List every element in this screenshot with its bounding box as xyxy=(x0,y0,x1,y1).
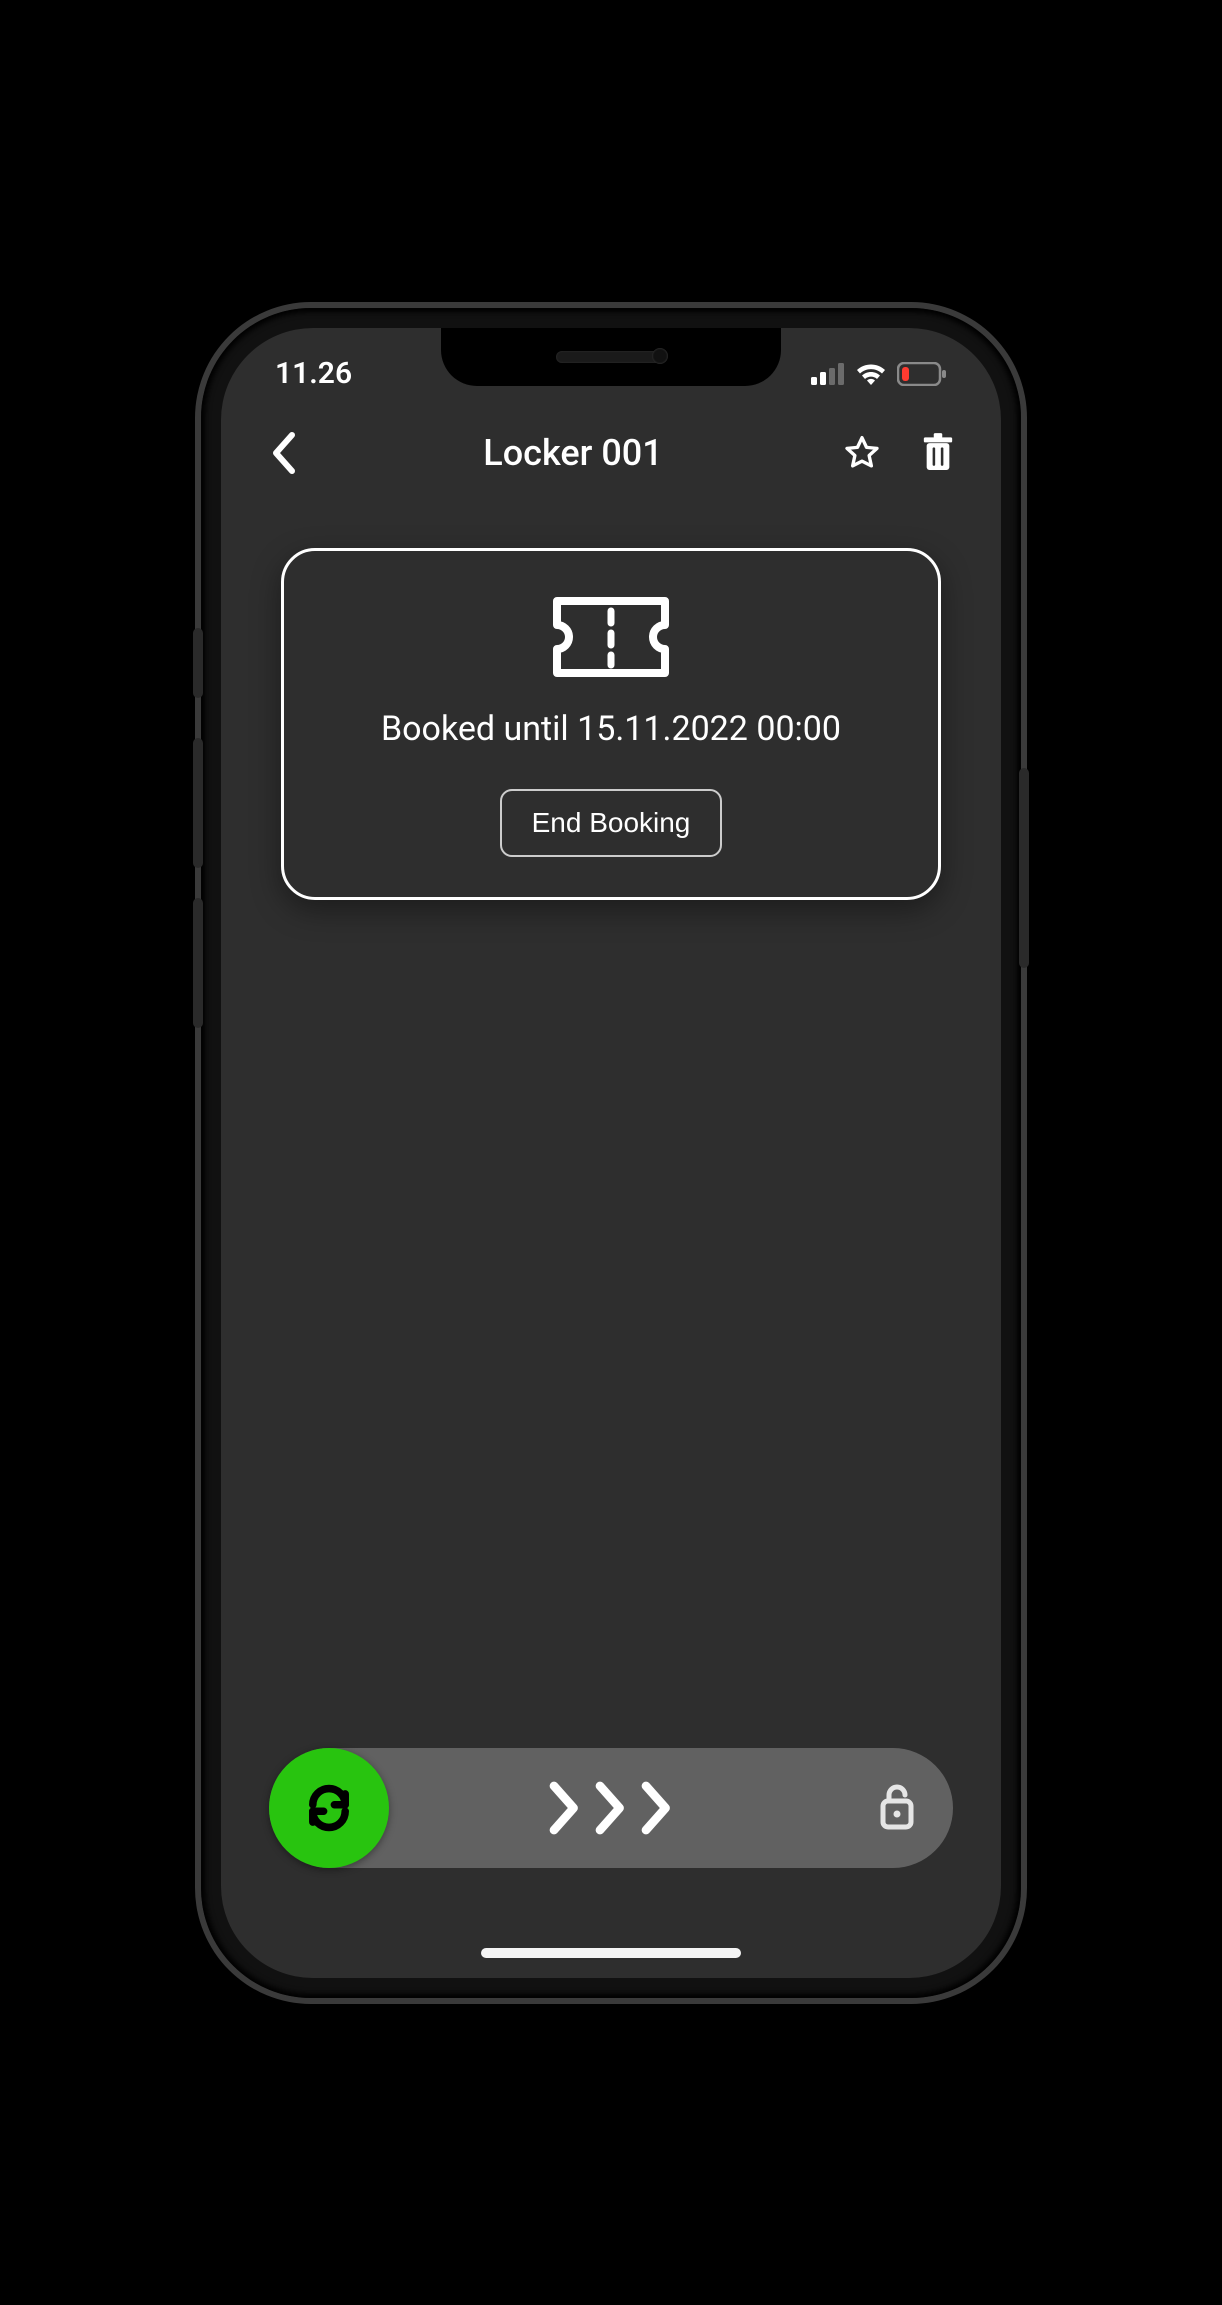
app-header: Locker 001 xyxy=(221,408,1001,498)
cellular-signal-icon xyxy=(811,363,845,385)
sync-icon xyxy=(302,1781,356,1835)
page-title: Locker 001 xyxy=(311,432,835,474)
phone-device-frame: 11.26 xyxy=(201,308,1021,1998)
wifi-icon xyxy=(855,362,887,386)
chevron-right-icon xyxy=(636,1781,678,1835)
phone-volume-up xyxy=(193,738,203,868)
unlock-slider-area xyxy=(221,1748,1001,1978)
chevron-right-icon xyxy=(544,1781,586,1835)
status-indicators xyxy=(811,362,947,386)
main-content: Booked until 15.11.2022 00:00 End Bookin… xyxy=(221,498,1001,1748)
unlock-slider-track[interactable] xyxy=(269,1748,953,1868)
trash-icon xyxy=(921,433,955,473)
unlock-slider-knob[interactable] xyxy=(269,1748,389,1868)
phone-power-button xyxy=(1019,768,1029,968)
booking-card: Booked until 15.11.2022 00:00 End Bookin… xyxy=(281,548,941,900)
phone-notch xyxy=(441,328,781,386)
home-indicator[interactable] xyxy=(481,1948,741,1958)
ticket-icon xyxy=(551,595,671,683)
unlock-icon xyxy=(877,1781,917,1835)
phone-volume-down xyxy=(193,898,203,1028)
chevron-right-icon xyxy=(590,1781,632,1835)
back-button[interactable] xyxy=(257,426,311,480)
phone-screen: 11.26 xyxy=(221,328,1001,1978)
favorite-button[interactable] xyxy=(835,426,889,480)
chevron-left-icon xyxy=(270,431,298,475)
delete-button[interactable] xyxy=(911,426,965,480)
phone-front-camera xyxy=(652,348,668,364)
end-booking-button[interactable]: End Booking xyxy=(500,789,723,857)
status-time: 11.26 xyxy=(275,356,352,391)
battery-low-icon xyxy=(897,362,947,386)
phone-mute-switch xyxy=(193,628,203,698)
phone-speaker xyxy=(556,351,666,363)
booking-status-text: Booked until 15.11.2022 00:00 xyxy=(381,709,841,749)
star-outline-icon xyxy=(842,433,882,473)
slider-chevrons xyxy=(544,1781,678,1835)
